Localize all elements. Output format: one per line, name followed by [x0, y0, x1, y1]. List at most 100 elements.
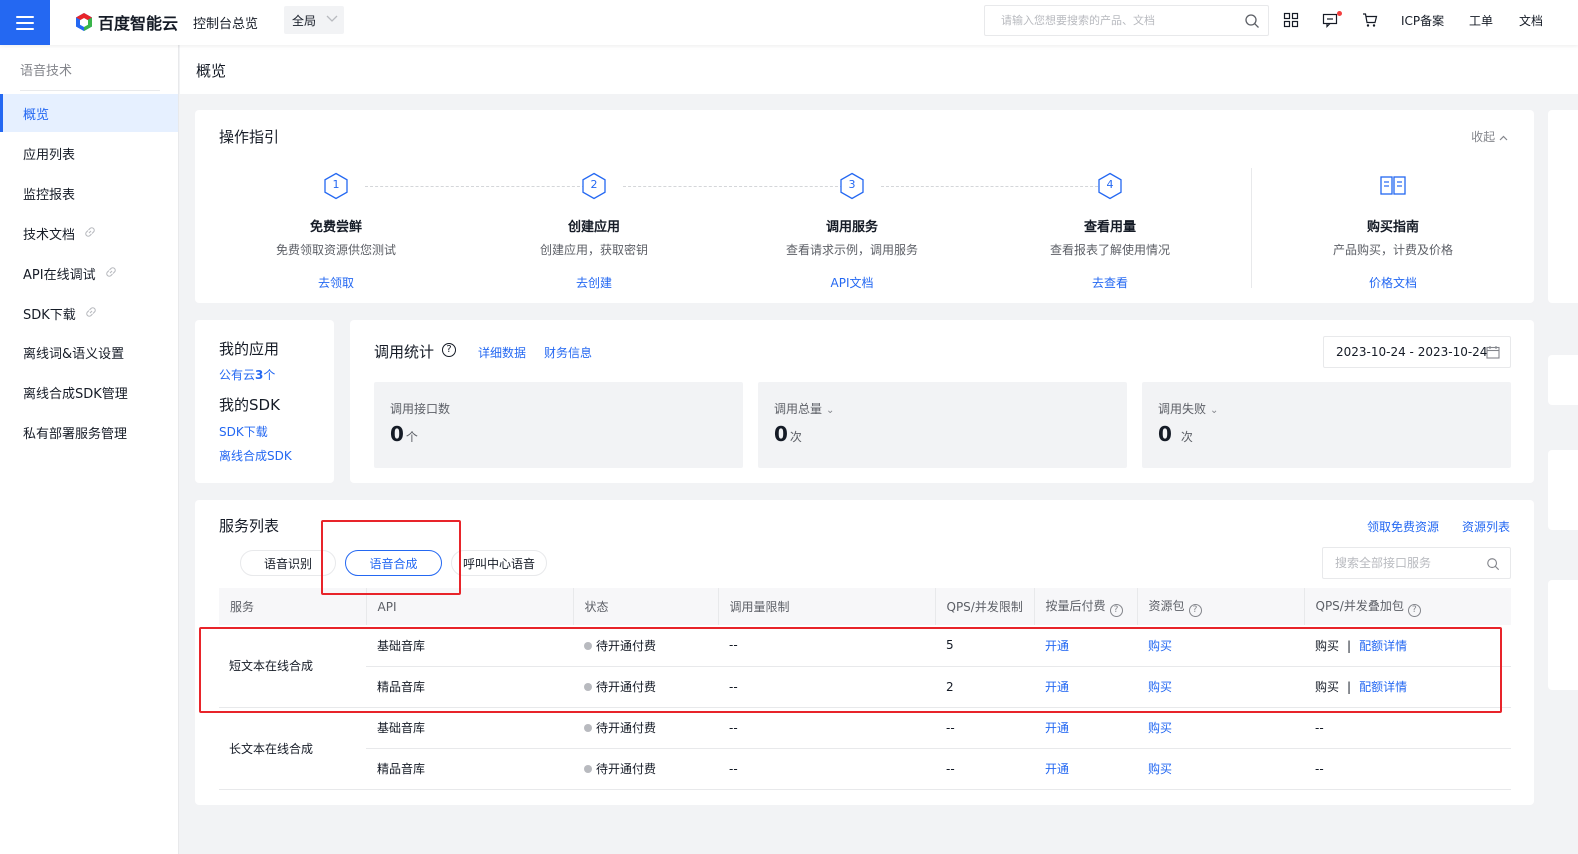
ticket-link[interactable]: 工单	[1469, 12, 1493, 29]
guide-divider	[1251, 168, 1252, 288]
tab-call-center-speech[interactable]: 呼叫中心语音	[451, 550, 547, 576]
global-search[interactable]	[984, 5, 1269, 36]
activate-link[interactable]: 开通	[1045, 680, 1069, 694]
buy-package-link[interactable]: 购买	[1148, 721, 1172, 735]
help-icon[interactable]: ?	[1188, 603, 1202, 617]
finance-info-link[interactable]: 财务信息	[544, 344, 592, 361]
api-name: 基础音库	[366, 707, 573, 749]
cart-icon[interactable]	[1362, 12, 1378, 28]
service-search[interactable]	[1322, 547, 1511, 579]
docs-link[interactable]: 文档	[1519, 12, 1543, 29]
sidebar-item-sdk-download[interactable]: SDK下载	[0, 294, 178, 332]
stat-label[interactable]: 调用失败 ⌄	[1158, 400, 1218, 417]
view-usage-link[interactable]: 去查看	[1092, 276, 1128, 290]
status: 待开通付费	[573, 625, 718, 667]
chevron-down-icon: ⌄	[826, 405, 835, 416]
service-list-card: 服务列表 领取免费资源 资源列表 语音识别 语音合成 呼叫中心语音 服务 API…	[195, 500, 1534, 805]
get-free-resources-link[interactable]: 领取免费资源	[1367, 518, 1439, 535]
sdk-download-link[interactable]: SDK下载	[219, 423, 268, 440]
brand-logo[interactable]: 百度智能云	[74, 9, 178, 35]
activate-link[interactable]: 开通	[1045, 639, 1069, 653]
status-dot	[584, 724, 592, 732]
col-header-limit: 调用量限制	[718, 588, 936, 625]
buy-package-link[interactable]: 购买	[1148, 680, 1172, 694]
stat-label-text: 调用接口数	[390, 402, 451, 416]
search-icon[interactable]	[1244, 13, 1260, 33]
region-select[interactable]: 全局	[284, 6, 344, 34]
sidebar-item-overview[interactable]: 概览	[0, 94, 178, 132]
col-header-package-text: 资源包	[1148, 598, 1185, 613]
menu-button[interactable]	[0, 0, 50, 45]
pricing-docs-link[interactable]: 价格文档	[1369, 276, 1417, 290]
quota-detail-link[interactable]: 配额详情	[1359, 639, 1407, 653]
status: 待开通付费	[573, 748, 718, 790]
sidebar-item-api-debug[interactable]: API在线调试	[0, 254, 178, 292]
sidebar-item-monitoring[interactable]: 监控报表	[0, 174, 178, 212]
offline-tts-sdk-link[interactable]: 离线合成SDK	[219, 447, 292, 464]
tab-speech-synthesis[interactable]: 语音合成	[345, 550, 442, 576]
global-search-input[interactable]	[1001, 14, 1241, 27]
public-cloud-apps-link[interactable]: 公有云3个	[219, 366, 275, 383]
sidebar-item-label: API在线调试	[23, 267, 96, 283]
create-app-link[interactable]: 去创建	[576, 276, 612, 290]
sidebar-item-tech-docs[interactable]: 技术文档	[0, 214, 178, 252]
step-number-hex-icon: 1	[322, 172, 350, 200]
message-icon[interactable]	[1322, 12, 1338, 28]
sidebar: 语音技术 概览 应用列表 监控报表 技术文档 API在线调试 SDK下载 离线词…	[0, 45, 179, 854]
guide-collapse-button[interactable]: 收起	[1471, 128, 1508, 145]
sidebar-item-label: 离线合成SDK管理	[23, 386, 128, 402]
console-overview-link[interactable]: 控制台总览	[193, 13, 258, 32]
status-dot	[584, 683, 592, 691]
stats-card: 调用统计 ? 详细数据 财务信息 2023-10-24 - 2023-10-24…	[350, 320, 1534, 483]
help-icon[interactable]: ?	[442, 343, 456, 357]
status-text: 待开通付费	[596, 721, 657, 735]
sidebar-item-app-list[interactable]: 应用列表	[0, 134, 178, 172]
status: 待开通付费	[573, 707, 718, 749]
activate-link[interactable]: 开通	[1045, 762, 1069, 776]
guide-step-2: 2 创建应用 创建应用，获取密钥 去创建	[474, 172, 714, 291]
calendar-icon	[1486, 345, 1500, 362]
addon-buy-link[interactable]: 购买	[1315, 639, 1339, 653]
sidebar-item-offline-words[interactable]: 离线词&语义设置	[0, 333, 178, 371]
sidebar-item-offline-tts-sdk[interactable]: 离线合成SDK管理	[0, 373, 178, 411]
col-header-package: 资源包?	[1137, 588, 1305, 625]
api-docs-link[interactable]: API文档	[831, 276, 874, 290]
stat-value-number: 0	[774, 422, 788, 446]
step-number: 3	[848, 178, 856, 191]
tab-speech-recognition[interactable]: 语音识别	[240, 550, 336, 576]
resource-list-link[interactable]: 资源列表	[1462, 518, 1510, 535]
sidebar-item-label: 应用列表	[23, 147, 76, 163]
status-dot	[584, 765, 592, 773]
search-icon[interactable]	[1486, 557, 1500, 575]
purchase-desc: 产品购买，计费及价格	[1332, 243, 1453, 257]
hamburger-icon	[16, 15, 34, 30]
page-header: 概览	[180, 45, 1578, 94]
product-grid-icon[interactable]	[1283, 12, 1299, 28]
api-name: 基础音库	[366, 625, 573, 667]
addon-buy-link[interactable]: 购买	[1315, 680, 1339, 694]
buy-package-link[interactable]: 购买	[1148, 762, 1172, 776]
service-name: 短文本在线合成	[219, 625, 366, 708]
date-range-value: 2023-10-24 - 2023-10-24	[1336, 345, 1488, 359]
activate-link[interactable]: 开通	[1045, 721, 1069, 735]
quota-detail-link[interactable]: 配额详情	[1359, 680, 1407, 694]
detail-data-link[interactable]: 详细数据	[478, 344, 526, 361]
stat-label[interactable]: 调用总量 ⌄	[774, 400, 834, 417]
table-row: 精品音库 待开通付费 -- 2 开通 购买 购买 | 配额详情	[219, 666, 1511, 708]
help-icon[interactable]: ?	[1109, 603, 1123, 617]
buy-package-link[interactable]: 购买	[1148, 639, 1172, 653]
step-desc: 查看请求示例，调用服务	[785, 243, 918, 257]
service-search-input[interactable]	[1335, 556, 1485, 570]
status-text: 待开通付费	[596, 638, 657, 653]
step-desc: 创建应用，获取密钥	[539, 243, 648, 257]
guide-card: 操作指引 收起 1 免费尝鲜 免费领取资源供您测试 去领取 2 创建应用 创建应…	[195, 110, 1534, 303]
icp-filing-link[interactable]: ICP备案	[1401, 12, 1444, 29]
external-link-icon	[83, 225, 97, 242]
help-icon[interactable]: ?	[1407, 603, 1421, 617]
qps-limit: --	[935, 707, 1034, 749]
date-range-picker[interactable]: 2023-10-24 - 2023-10-24	[1323, 336, 1511, 368]
addon: --	[1304, 748, 1511, 790]
sidebar-item-private-deploy[interactable]: 私有部署服务管理	[0, 413, 178, 451]
get-free-link[interactable]: 去领取	[318, 276, 354, 290]
step-number-hex-icon: 3	[838, 172, 866, 200]
